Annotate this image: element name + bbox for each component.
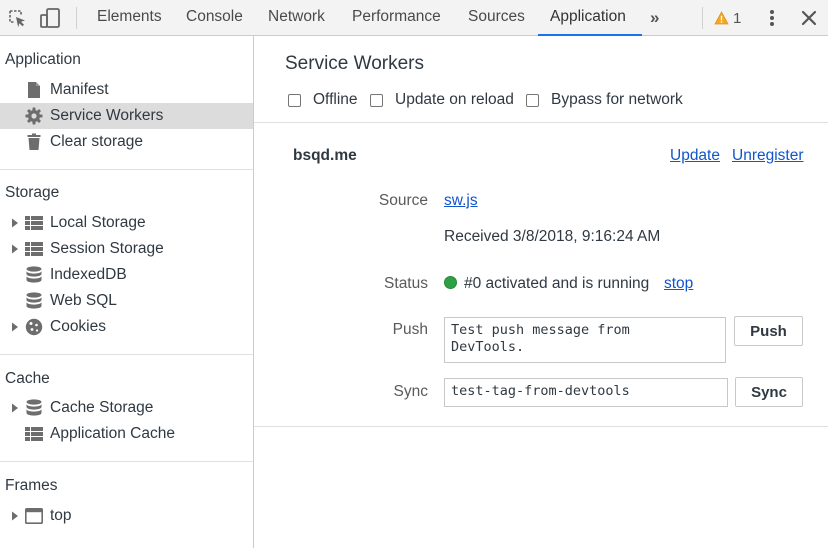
sidebar-item-cache-storage[interactable]: Cache Storage (0, 395, 253, 421)
checkbox-label: Update on reload (395, 91, 514, 108)
service-workers-panel: Service Workers Offline Update on reload… (254, 36, 828, 548)
section-divider (254, 426, 828, 427)
grid-icon (24, 424, 44, 444)
sidebar-item-manifest[interactable]: Manifest (0, 77, 253, 103)
sidebar-item-local-storage[interactable]: Local Storage (0, 210, 253, 236)
sidebar-item-label: Application Cache (50, 425, 175, 442)
checkbox-label: Offline (313, 91, 358, 108)
tab-console[interactable]: Console (174, 0, 255, 36)
checkbox-label: Bypass for network (551, 91, 683, 108)
expand-arrow-icon[interactable] (10, 511, 20, 521)
sidebar-item-label: IndexedDB (50, 266, 127, 283)
checkbox[interactable] (370, 93, 383, 107)
more-tabs-button[interactable]: » (650, 8, 660, 28)
database-icon (24, 291, 44, 311)
sidebar-section-application: Application (5, 51, 81, 68)
warning-icon (714, 11, 729, 25)
tab-elements[interactable]: Elements (85, 0, 174, 36)
sidebar-item-web-sql[interactable]: Web SQL (0, 288, 253, 314)
expand-arrow-icon[interactable] (10, 322, 20, 332)
bypass-for-network-checkbox[interactable]: Bypass for network (526, 90, 683, 110)
expand-arrow-icon[interactable] (10, 244, 20, 254)
sidebar-item-label: Web SQL (50, 292, 117, 309)
sidebar-item-session-storage[interactable]: Session Storage (0, 236, 253, 262)
section-divider (254, 122, 828, 123)
sidebar-item-indexeddb[interactable]: IndexedDB (0, 262, 253, 288)
inspect-element-icon[interactable] (5, 6, 29, 30)
sidebar-item-cookies[interactable]: Cookies (0, 314, 253, 340)
worker-origin: bsqd.me (293, 147, 357, 164)
sidebar-item-label: Session Storage (50, 240, 164, 257)
source-label: Source (378, 192, 428, 209)
gear-icon (24, 106, 44, 126)
status-label: Status (384, 275, 428, 292)
application-sidebar: Application Manifest Service Workers Cle… (0, 36, 254, 548)
checkbox[interactable] (288, 93, 301, 107)
sidebar-item-label: Service Workers (50, 107, 164, 124)
checkbox[interactable] (526, 93, 539, 107)
document-icon (24, 80, 44, 100)
sidebar-item-label: top (50, 507, 72, 524)
sync-tag-input[interactable]: test-tag-from-devtools (444, 378, 728, 407)
sidebar-item-label: Clear storage (50, 133, 144, 150)
sidebar-item-label: Manifest (50, 81, 109, 98)
status-text: #0 activated and is running (464, 275, 650, 292)
database-icon (24, 265, 44, 285)
page-title: Service Workers (285, 53, 425, 74)
sidebar-item-label: Local Storage (50, 214, 146, 231)
section-divider (0, 169, 253, 170)
frame-icon (24, 506, 44, 526)
sidebar-item-clear-storage[interactable]: Clear storage (0, 129, 253, 155)
offline-checkbox[interactable]: Offline (288, 90, 358, 110)
trash-icon (24, 132, 44, 152)
sidebar-item-frame-top[interactable]: top (0, 503, 253, 529)
kebab-menu-icon[interactable] (762, 6, 782, 30)
unregister-link[interactable]: Unregister (732, 147, 804, 165)
tab-sources[interactable]: Sources (456, 0, 537, 36)
sidebar-item-application-cache[interactable]: Application Cache (0, 421, 253, 447)
toolbar-separator (76, 7, 77, 29)
tab-performance[interactable]: Performance (340, 0, 453, 36)
received-timestamp: Received 3/8/2018, 9:16:24 AM (444, 228, 661, 245)
warning-count: 1 (733, 9, 742, 27)
push-button[interactable]: Push (734, 316, 803, 346)
sidebar-item-label: Cache Storage (50, 399, 154, 416)
push-message-input[interactable]: Test push message from DevTools. (444, 317, 726, 363)
section-divider (0, 461, 253, 462)
toolbar-separator (702, 7, 703, 29)
device-toolbar-icon[interactable] (38, 6, 62, 30)
sidebar-item-label: Cookies (50, 318, 106, 335)
close-icon[interactable] (797, 6, 821, 30)
expand-arrow-icon[interactable] (10, 403, 20, 413)
sidebar-section-cache: Cache (5, 370, 50, 387)
source-file-link[interactable]: sw.js (444, 192, 478, 210)
tab-application[interactable]: Application (538, 0, 642, 36)
expand-arrow-icon[interactable] (10, 218, 20, 228)
update-link[interactable]: Update (670, 147, 720, 165)
cookie-icon (24, 317, 44, 337)
push-label: Push (392, 321, 428, 338)
warnings-counter[interactable]: 1 (714, 7, 741, 29)
database-icon (24, 398, 44, 418)
update-on-reload-checkbox[interactable]: Update on reload (370, 90, 514, 110)
section-divider (0, 354, 253, 355)
tab-network[interactable]: Network (256, 0, 337, 36)
grid-icon (24, 213, 44, 233)
sync-label: Sync (393, 383, 428, 400)
devtools-toolbar: Elements Console Network Performance Sou… (0, 0, 828, 36)
stop-link[interactable]: stop (664, 275, 693, 293)
grid-icon (24, 239, 44, 259)
sidebar-section-storage: Storage (5, 184, 60, 201)
status-indicator-icon (444, 276, 457, 289)
sidebar-section-frames: Frames (5, 477, 58, 494)
sync-button[interactable]: Sync (735, 377, 803, 407)
sidebar-item-service-workers[interactable]: Service Workers (0, 103, 253, 129)
